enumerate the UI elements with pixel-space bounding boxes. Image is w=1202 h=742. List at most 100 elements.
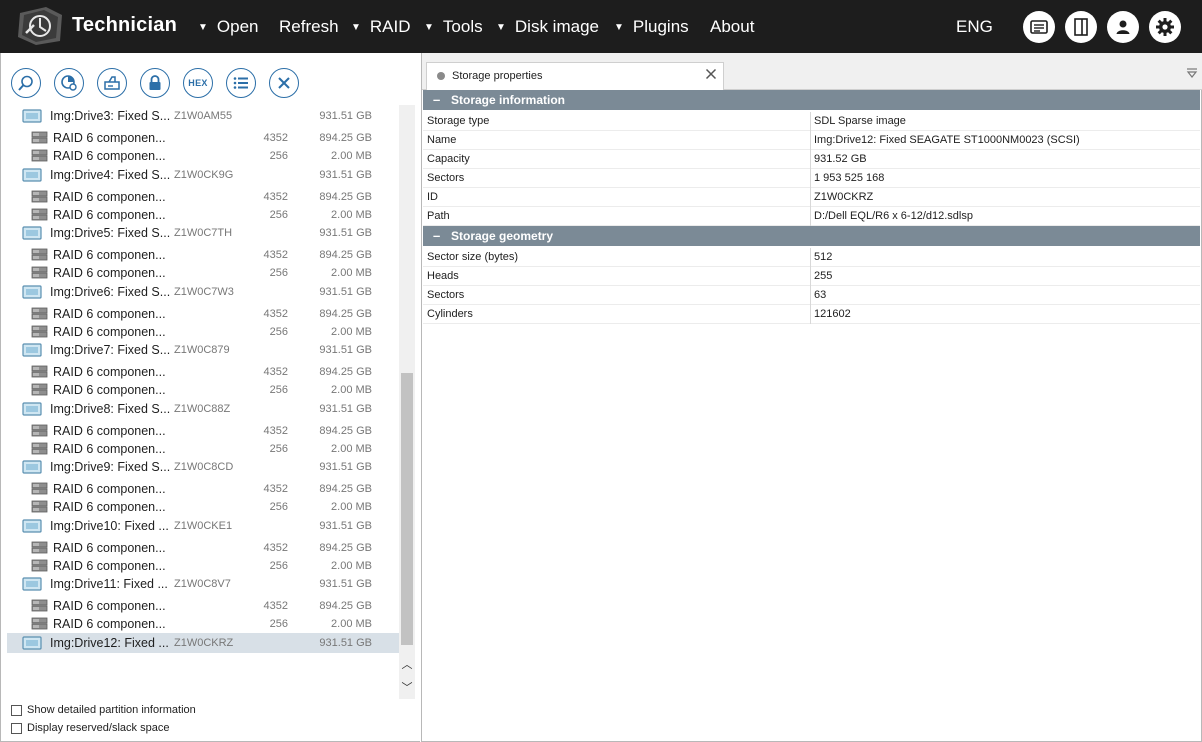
scroll-down-icon[interactable]: ﹀ [399,681,415,695]
tree-item-name: RAID 6 componen... [53,306,166,321]
tree-partition-row[interactable]: RAID 6 componen... 4352 894.25 GB [7,479,399,499]
column-divider [810,150,811,169]
tree-partition-row[interactable]: RAID 6 componen... 256 2.00 MB [7,146,399,166]
property-row: ID Z1W0CKRZ [423,188,1200,207]
scroll-up-icon[interactable]: ︿ [399,658,415,672]
column-divider [810,169,811,188]
property-key: Name [427,134,457,146]
tree-item-size: 894.25 GB [319,424,372,437]
hex-viewer-button[interactable]: HEX [183,68,213,98]
menu-about[interactable]: About [710,17,754,37]
panel-toggle-button[interactable] [1065,11,1097,43]
property-row: Cylinders 121602 [423,305,1200,324]
collapse-icon[interactable]: – [433,228,440,243]
tree-item-size: 2.00 MB [331,501,372,513]
tree-item-name: RAID 6 componen... [53,324,166,339]
checkbox-display-slack[interactable] [11,722,22,734]
tree-item-size: 2.00 MB [331,150,372,162]
user-button[interactable] [1107,11,1139,43]
section-header[interactable]: – Storage information [423,90,1200,110]
property-key: ID [427,191,438,203]
tree-item-size: 931.51 GB [319,461,372,473]
menu-tools[interactable]: ▼ Tools [424,17,483,37]
tree-partition-row[interactable]: RAID 6 componen... 4352 894.25 GB [7,421,399,441]
close-icon[interactable] [705,68,717,80]
tree-drive-row[interactable]: Img:Drive12: Fixed ... Z1W0CKRZ 931.51 GB [7,632,399,653]
tree-item-name: RAID 6 componen... [53,441,166,456]
column-divider [810,267,811,286]
tree-item-start-sector: 4352 [263,366,288,378]
lock-button[interactable] [140,68,170,98]
tree-item-start-sector: 256 [269,501,288,513]
tab-menu-icon[interactable] [1186,67,1198,79]
option-display-slack[interactable]: Display reserved/slack space [11,722,169,734]
tree-item-size: 931.51 GB [319,227,372,239]
tree-scrollbar[interactable]: ︿ ﹀ [399,105,415,699]
settings-button[interactable] [1149,11,1181,43]
tree-item-start-sector: 4352 [263,600,288,612]
tree-drive-row[interactable]: Img:Drive8: Fixed S... Z1W0C88Z 931.51 GB [7,399,399,419]
scan-button[interactable] [54,68,84,98]
menu-open[interactable]: ▼ Open [198,17,259,37]
tree-partition-row[interactable]: RAID 6 componen... 256 2.00 MB [7,614,399,634]
tree-item-start-sector: 256 [269,559,288,572]
tree-drive-row[interactable]: Img:Drive10: Fixed ... Z1W0CKE1 931.51 GB [7,516,399,536]
tree-drive-row[interactable]: Img:Drive9: Fixed S... Z1W0C8CD 931.51 GB [7,457,399,477]
tree-partition-row[interactable]: RAID 6 componen... 4352 894.25 GB [7,304,399,324]
raid-component-icon [31,149,48,165]
language-selector[interactable]: ENG [956,17,993,37]
drive-image-icon [22,518,42,536]
option-show-partition-info[interactable]: Show detailed partition information [11,704,196,716]
tree-partition-row[interactable]: RAID 6 componen... 256 2.00 MB [7,205,399,225]
tree-drive-row[interactable]: Img:Drive11: Fixed ... Z1W0C8V7 931.51 GB [7,574,399,594]
tree-item-name: RAID 6 componen... [53,599,166,613]
tree-partition-row[interactable]: RAID 6 componen... 256 2.00 MB [7,556,399,576]
tree-partition-row[interactable]: RAID 6 componen... 256 2.00 MB [7,380,399,400]
tree-partition-row[interactable]: RAID 6 componen... 4352 894.25 GB [7,596,399,616]
close-storage-button[interactable] [269,68,299,98]
raid-component-icon [31,307,48,323]
tree-partition-row[interactable]: RAID 6 componen... 4352 894.25 GB [7,128,399,148]
collapse-icon[interactable]: – [433,92,440,107]
raid-component-icon [31,541,48,557]
scan-icon [61,75,77,91]
menu-raid[interactable]: ▼ RAID [351,17,411,37]
tab-storage-properties[interactable]: Storage properties [426,62,724,90]
tree-item-start-sector: 4352 [263,132,288,144]
tree-partition-row[interactable]: RAID 6 componen... 256 2.00 MB [7,439,399,459]
tree-drive-row[interactable]: Img:Drive6: Fixed S... Z1W0C7W3 931.51 GB [7,282,399,302]
tree-item-name: Img:Drive8: Fixed S... [50,401,171,416]
tree-partition-row[interactable]: RAID 6 componen... 256 2.00 MB [7,263,399,283]
menu-refresh[interactable]: Refresh [279,17,339,37]
checkbox-show-partition-info[interactable] [11,704,22,716]
tree-drive-row[interactable]: Img:Drive3: Fixed S... Z1W0AM55 931.51 GB [7,106,399,126]
explore-button[interactable] [11,68,41,98]
property-value: Img:Drive12: Fixed SEAGATE ST1000NM0023 … [814,134,1080,146]
tree-item-name: RAID 6 componen... [53,131,166,145]
raid-component-icon [31,365,48,381]
create-image-button[interactable] [97,68,127,98]
tree-partition-row[interactable]: RAID 6 componen... 256 2.00 MB [7,497,399,517]
tree-item-size: 2.00 MB [331,559,372,572]
tree-item-size: 2.00 MB [331,325,372,338]
storage-tree-pane: HEX Img:Drive3: Fixed S... Z1W0AM55 931.51… [0,53,420,742]
caret-down-icon: ▼ [614,22,624,33]
scroll-thumb[interactable] [401,373,413,645]
tree-partition-row[interactable]: RAID 6 componen... 4352 894.25 GB [7,362,399,382]
tree-item-start-sector: 4352 [263,541,288,554]
menu-plugins[interactable]: ▼ Plugins [614,17,689,37]
tree-partition-row[interactable]: RAID 6 componen... 4352 894.25 GB [7,245,399,265]
tree-item-size: 2.00 MB [331,267,372,279]
tree-item-name: Img:Drive10: Fixed ... [50,518,169,533]
tree-partition-row[interactable]: RAID 6 componen... 4352 894.25 GB [7,187,399,207]
section-title: Storage information [451,93,566,107]
list-view-button[interactable] [226,68,256,98]
tree-partition-row[interactable]: RAID 6 componen... 4352 894.25 GB [7,538,399,558]
tree-drive-row[interactable]: Img:Drive7: Fixed S... Z1W0C879 931.51 GB [7,340,399,360]
tree-drive-row[interactable]: Img:Drive5: Fixed S... Z1W0C7TH 931.51 GB [7,223,399,243]
tree-drive-row[interactable]: Img:Drive4: Fixed S... Z1W0CK9G 931.51 GB [7,165,399,185]
tree-partition-row[interactable]: RAID 6 componen... 256 2.00 MB [7,322,399,342]
section-header[interactable]: – Storage geometry [423,226,1200,246]
log-button[interactable] [1023,11,1055,43]
menu-disk-image[interactable]: ▼ Disk image [496,17,599,37]
